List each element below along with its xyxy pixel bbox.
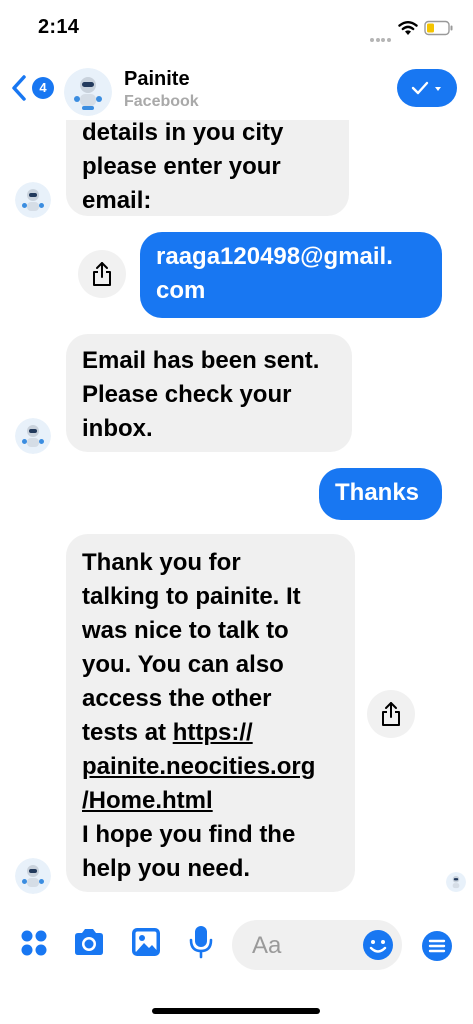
message-input[interactable]: Aa xyxy=(232,920,402,970)
message-line: please enter your xyxy=(82,153,281,180)
checkmark-icon xyxy=(411,81,441,95)
message-composer: Aa xyxy=(0,900,473,990)
apps-grid-icon[interactable] xyxy=(20,929,48,957)
contact-avatar[interactable] xyxy=(64,68,112,116)
wifi-icon xyxy=(398,21,418,35)
message-line: com xyxy=(156,277,206,304)
message-line: painite.neocities.org xyxy=(82,750,339,784)
message-line: talking to painite. It xyxy=(82,583,301,610)
microphone-icon[interactable] xyxy=(189,925,213,959)
contact-subtitle: Facebook xyxy=(124,93,199,110)
image-icon[interactable] xyxy=(131,927,161,957)
share-icon xyxy=(93,262,111,286)
message-line: access the other xyxy=(82,685,272,712)
message-line: tests at https:// xyxy=(82,716,339,750)
unread-count-badge: 4 xyxy=(32,77,54,99)
message-line: I hope you find the xyxy=(82,821,296,848)
message-incoming[interactable]: Thank you for talking to painite. It was… xyxy=(66,534,355,892)
message-link[interactable]: /Home.html xyxy=(82,787,213,814)
share-icon xyxy=(382,702,400,726)
message-link[interactable]: https:// xyxy=(173,719,253,746)
back-chevron-icon xyxy=(12,75,26,101)
back-button[interactable]: 4 xyxy=(10,72,56,104)
message-line: Email has been sent. xyxy=(82,347,320,374)
message-text: tests at xyxy=(82,719,173,746)
message-line: Thank you for xyxy=(82,549,241,576)
status-time: 2:14 xyxy=(38,16,80,38)
message-line: Please check your xyxy=(82,381,292,408)
message-line: email: xyxy=(82,187,152,214)
message-line: help you need. xyxy=(82,855,251,882)
signal-icon xyxy=(370,29,392,42)
menu-icon xyxy=(428,939,446,953)
message-line: raaga120498@gmail. xyxy=(156,243,393,270)
bot-avatar xyxy=(15,418,51,454)
conversation-header: 4 Painite Facebook xyxy=(0,56,473,120)
message-line: inbox. xyxy=(82,415,153,442)
contact-name[interactable]: Painite xyxy=(124,68,190,91)
emoji-icon[interactable] xyxy=(362,929,394,961)
message-outgoing[interactable]: Thanks xyxy=(319,468,442,520)
message-input-placeholder: Aa xyxy=(252,932,282,959)
message-line: was nice to talk to xyxy=(82,617,289,644)
message-incoming[interactable]: details in you city please enter your em… xyxy=(66,120,349,216)
bot-avatar xyxy=(15,858,51,894)
message-list[interactable]: details in you city please enter your em… xyxy=(0,120,473,900)
done-dropdown-button[interactable] xyxy=(397,69,457,107)
home-indicator[interactable] xyxy=(152,1008,320,1014)
bot-avatar xyxy=(15,182,51,218)
chevron-down-icon xyxy=(435,87,441,91)
battery-icon xyxy=(424,20,453,36)
camera-icon[interactable] xyxy=(72,928,106,956)
message-outgoing[interactable]: raaga120498@gmail. com xyxy=(140,232,442,318)
message-line: Thanks xyxy=(335,479,420,506)
message-line: /Home.html xyxy=(82,784,339,818)
share-button[interactable] xyxy=(367,690,415,738)
seen-receipt-avatar xyxy=(446,872,466,892)
message-incoming[interactable]: Email has been sent. Please check your i… xyxy=(66,334,352,452)
status-bar: 2:14 xyxy=(0,0,473,56)
share-button[interactable] xyxy=(78,250,126,298)
message-line: details in you city xyxy=(82,120,284,146)
message-link[interactable]: painite.neocities.org xyxy=(82,753,315,780)
message-line: you. You can also xyxy=(82,651,284,678)
menu-button[interactable] xyxy=(422,931,452,961)
